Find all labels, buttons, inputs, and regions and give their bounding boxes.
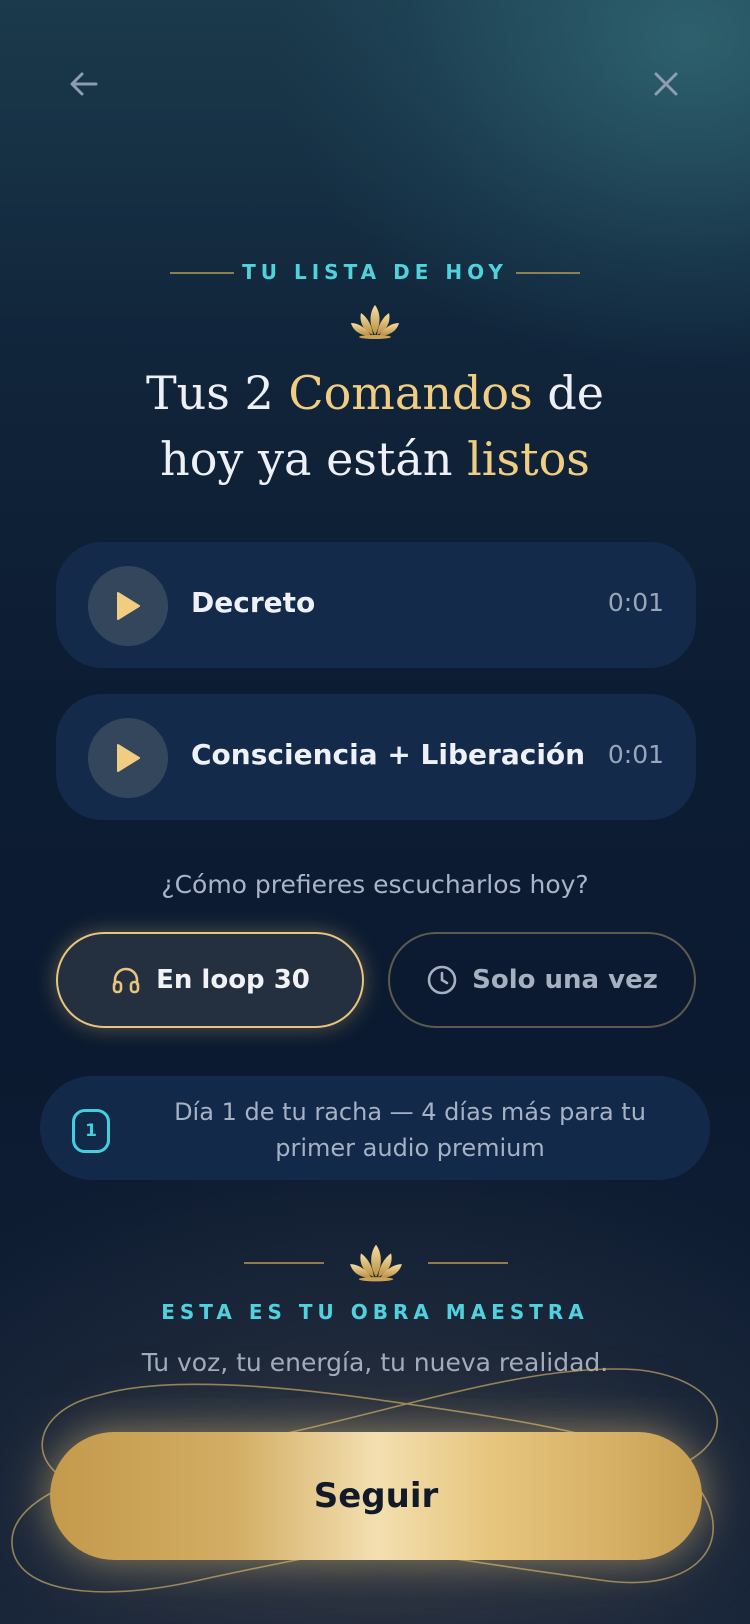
streak-text: Día 1 de tu racha — 4 días más para tu p… <box>174 1098 646 1162</box>
play-button[interactable] <box>88 566 168 646</box>
headphones-icon <box>112 967 140 994</box>
play-icon <box>117 744 140 772</box>
option-label: Solo una vez <box>472 965 658 995</box>
track-title: Consciencia + Liberación <box>191 738 586 771</box>
divider-line <box>428 1262 508 1264</box>
track-card[interactable]: Consciencia + Liberación 0:01 <box>56 694 696 820</box>
streak-banner: 1 Día 1 de tu racha — 4 días más para tu… <box>40 1076 710 1180</box>
lotus-icon <box>350 1244 402 1282</box>
section-eyebrow: TU LISTA DE HOY <box>242 260 508 284</box>
play-icon <box>117 592 140 620</box>
section-eyebrow: ESTA ES TU OBRA MAESTRA <box>161 1300 589 1324</box>
track-duration: 0:01 <box>607 588 664 617</box>
streak-day-badge: 1 <box>72 1109 110 1153</box>
divider-line <box>516 272 580 274</box>
arrow-left-icon <box>70 72 98 96</box>
close-button[interactable] <box>642 60 690 108</box>
divider-line <box>244 1262 324 1264</box>
play-button[interactable] <box>88 718 168 798</box>
once-option-button[interactable]: Solo una vez <box>388 932 696 1028</box>
track-title: Decreto <box>191 586 316 619</box>
loop-option-button[interactable]: En loop 30 <box>56 932 364 1028</box>
page-title: Tus 2 Comandos de hoy ya están listos <box>145 366 605 486</box>
listening-mode-question: ¿Cómo prefieres escucharlos hoy? <box>161 870 589 899</box>
continue-button[interactable]: Seguir <box>50 1432 702 1560</box>
close-icon <box>654 72 678 96</box>
back-button[interactable] <box>60 60 108 108</box>
clock-icon <box>427 965 457 995</box>
lotus-icon <box>351 305 399 339</box>
track-duration: 0:01 <box>607 740 664 769</box>
option-label: En loop 30 <box>156 965 310 995</box>
track-card[interactable]: Decreto 0:01 <box>56 542 696 668</box>
